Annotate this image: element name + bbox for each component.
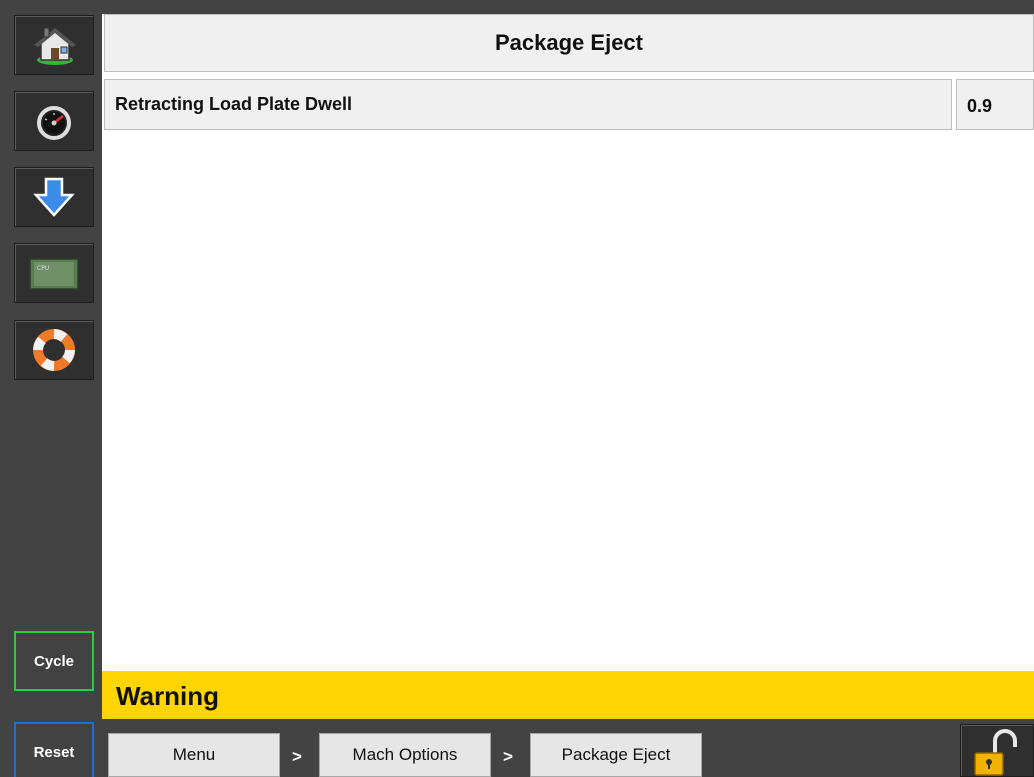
sidebar: CPU Cycle Reset: [0, 0, 102, 777]
home-icon: [34, 27, 76, 65]
breadcrumb: Menu > Mach Options > Package Eject: [102, 719, 1034, 777]
nav-help-button[interactable]: [14, 320, 94, 380]
reset-button[interactable]: Reset: [14, 722, 94, 777]
breadcrumb-menu[interactable]: Menu: [108, 733, 280, 777]
svg-text:CPU: CPU: [37, 265, 49, 272]
breadcrumb-separator: >: [503, 747, 513, 766]
breadcrumb-package-eject[interactable]: Package Eject: [530, 733, 702, 777]
help-lifebuoy-icon: [33, 329, 75, 371]
parameter-label-box: Retracting Load Plate Dwell: [104, 79, 952, 130]
gauge-icon: [37, 106, 71, 140]
nav-home-button[interactable]: [14, 15, 94, 75]
page-header: Package Eject: [104, 14, 1034, 72]
nav-download-button[interactable]: [14, 167, 94, 227]
page-title: Package Eject: [495, 30, 643, 55]
parameter-label: Retracting Load Plate Dwell: [115, 94, 353, 114]
reset-button-label: Reset: [33, 744, 75, 761]
download-arrow-icon: [33, 177, 75, 217]
breadcrumb-package-eject-label: Package Eject: [561, 745, 671, 764]
nav-cpu-button[interactable]: CPU: [14, 243, 94, 303]
warning-banner: Warning: [102, 671, 1034, 719]
cycle-button[interactable]: Cycle: [14, 631, 94, 691]
cpu-chip-icon: CPU: [29, 258, 79, 290]
warning-text: Warning: [116, 681, 220, 711]
breadcrumb-mach-options[interactable]: Mach Options: [319, 733, 491, 777]
breadcrumb-separator: >: [292, 747, 302, 766]
nav-gauge-button[interactable]: [14, 91, 94, 151]
breadcrumb-mach-options-label: Mach Options: [352, 745, 458, 764]
unlocked-padlock-icon: [974, 729, 1017, 776]
cycle-button-label: Cycle: [33, 652, 75, 670]
breadcrumb-menu-label: Menu: [172, 745, 216, 764]
parameter-value: 0.9: [967, 96, 993, 116]
parameter-row: Retracting Load Plate Dwell 0.9: [104, 79, 1034, 130]
top-strip: [102, 0, 1034, 14]
parameter-value-field[interactable]: 0.9: [956, 79, 1034, 130]
lock-button[interactable]: [960, 724, 1034, 777]
